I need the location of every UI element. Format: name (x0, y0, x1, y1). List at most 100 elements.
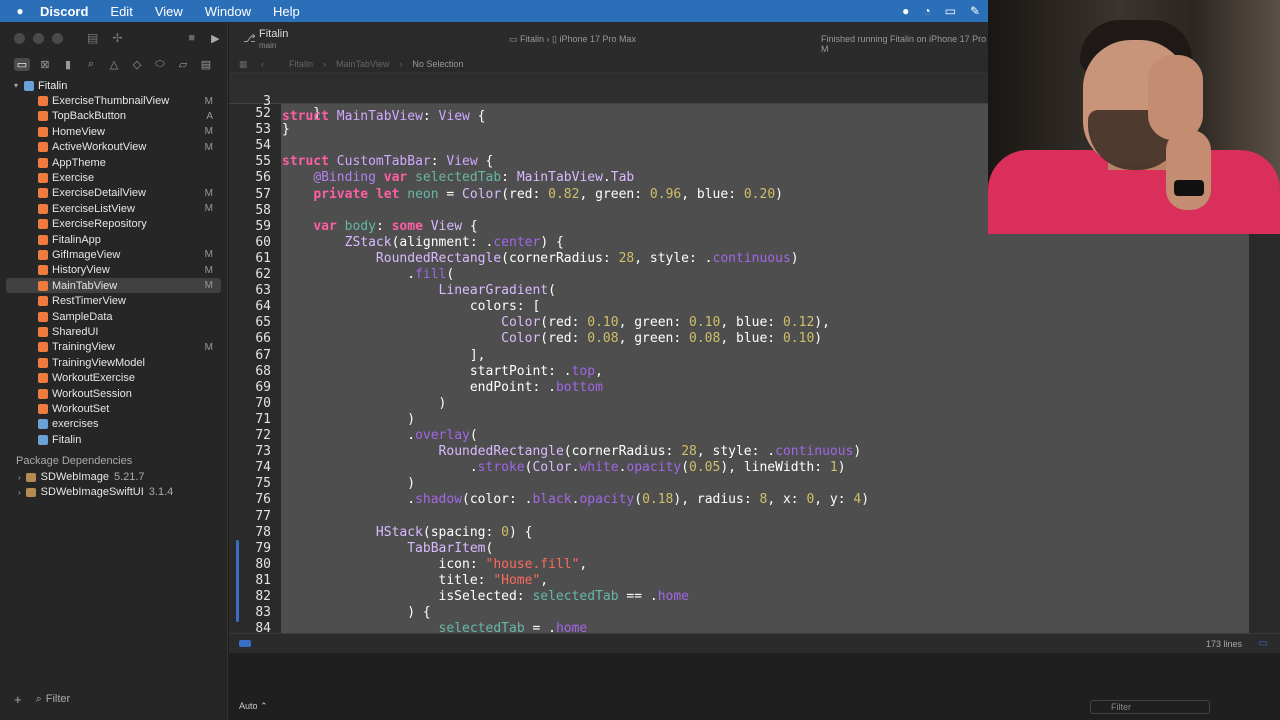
file-item[interactable]: SampleData (0, 309, 227, 324)
menu-help[interactable]: Help (273, 4, 300, 19)
nav-back-icon[interactable]: ‹ (261, 59, 264, 69)
file-item[interactable]: FitalinApp (0, 232, 227, 247)
file-item[interactable]: Fitalin (0, 432, 227, 447)
project-root[interactable]: ▾ Fitalin (0, 78, 227, 93)
swift-file-icon (38, 249, 48, 260)
code-line: 64 colors: [ (229, 299, 1280, 315)
swift-file-icon (38, 357, 48, 368)
breakpoint-icon[interactable]: ▱ (175, 58, 191, 71)
run-icon[interactable]: ▶ (211, 32, 219, 45)
filter-input[interactable]: Filter (46, 693, 70, 705)
file-item[interactable]: TrainingViewModel (0, 355, 227, 370)
file-item[interactable]: SharedUI (0, 324, 227, 339)
file-name: ExerciseListView (52, 202, 135, 215)
source-control-icon[interactable]: ⊠ (37, 58, 53, 71)
scm-status-badge: M (204, 249, 213, 261)
sidebar-toggle-icon[interactable]: ▤ (87, 31, 98, 45)
file-item[interactable]: ExerciseListView M (0, 201, 227, 216)
file-item[interactable]: WorkoutSession (0, 386, 227, 401)
file-item[interactable]: HomeView M (0, 124, 227, 139)
display-icon[interactable]: ▭ (945, 4, 956, 18)
project-title[interactable]: Fitalin (259, 28, 288, 40)
file-name: MainTabView (52, 279, 118, 292)
jump-file[interactable]: MainTabView (336, 59, 389, 69)
menu-app-name[interactable]: Discord (40, 4, 88, 19)
swift-file-icon (38, 142, 48, 153)
line-source: RoundedRectangle(cornerRadius: 28, style… (375, 250, 799, 266)
scm-status-badge: M (204, 264, 213, 276)
panel-icon[interactable]: ▭ (1259, 638, 1268, 649)
bookmark-icon[interactable]: ▮ (60, 58, 76, 71)
debug-filter-input[interactable]: Filter (1090, 700, 1210, 714)
code-line: 80 icon: "house.fill", (229, 557, 1280, 573)
file-item[interactable]: ExerciseDetailView M (0, 186, 227, 201)
file-item[interactable]: TrainingView M (0, 340, 227, 355)
minimize-window-button[interactable] (33, 32, 44, 44)
zoom-window-button[interactable] (52, 32, 63, 44)
debug-area-toggle-icon[interactable] (239, 640, 251, 647)
line-number: 65 (255, 315, 271, 331)
package-item[interactable]: › SDWebImage 5.21.7 (0, 469, 227, 484)
warning-icon[interactable]: △ (106, 58, 122, 71)
add-icon[interactable]: + (14, 692, 22, 707)
file-item[interactable]: WorkoutExercise (0, 370, 227, 385)
file-item[interactable]: Exercise (0, 170, 227, 185)
line-source: } (282, 122, 290, 138)
disclosure-right-icon[interactable]: › (18, 473, 21, 482)
line-number: 69 (255, 379, 271, 395)
file-item[interactable]: ExerciseThumbnailView M (0, 93, 227, 108)
disclosure-down-icon[interactable]: ▾ (14, 81, 18, 90)
wifi-icon[interactable]: ◔ (923, 4, 930, 18)
jump-project[interactable]: Fitalin (289, 59, 313, 69)
back-icon[interactable]: ▦ (239, 59, 248, 70)
hierarchy-icon[interactable]: ✢ (112, 31, 122, 45)
line-source: .stroke(Color.white.opacity(0.05), lineW… (282, 460, 846, 476)
code-line: 83 ) { (229, 605, 1280, 621)
swift-file-icon (38, 388, 48, 399)
file-item[interactable]: TopBackButton A (0, 109, 227, 124)
disclosure-right-icon[interactable]: › (18, 488, 21, 497)
scheme-selector[interactable]: ▭ Fitalin › ▯ iPhone 17 Pro Max (509, 34, 636, 45)
file-item[interactable]: MainTabView M (6, 278, 221, 294)
package-icon (25, 472, 36, 482)
menu-view[interactable]: View (155, 4, 183, 19)
file-item[interactable]: WorkoutSet (0, 401, 227, 416)
search-icon[interactable]: ⌕ (83, 58, 99, 71)
folder-icon[interactable]: ▭ (14, 57, 30, 71)
menu-window[interactable]: Window (205, 4, 251, 19)
line-source: Color(red: 0.08, green: 0.08, blue: 0.10… (501, 331, 823, 347)
swift-file-icon (38, 296, 48, 307)
pen-icon[interactable]: ✎ (970, 4, 980, 18)
close-window-button[interactable] (14, 32, 25, 44)
file-item[interactable]: HistoryView M (0, 263, 227, 278)
file-item[interactable]: ActiveWorkoutView M (0, 140, 227, 155)
file-name: SharedUI (52, 325, 99, 338)
file-item[interactable]: AppTheme (0, 155, 227, 170)
report-icon[interactable]: ▤ (198, 58, 214, 71)
line-source: ) (282, 395, 447, 411)
line-source: ) (282, 476, 416, 492)
editor-scroll-indicator[interactable] (236, 540, 239, 622)
file-item[interactable]: exercises (0, 417, 227, 432)
code-line: 74 .stroke(Color.white.opacity(0.05), li… (229, 460, 1280, 476)
status-dot-icon[interactable]: ● (902, 4, 909, 18)
code-line: 76 .shadow(color: .black.opacity(0.18), … (229, 492, 1280, 508)
line-source: .fill( (282, 267, 455, 282)
menu-edit[interactable]: Edit (110, 4, 132, 19)
stop-icon[interactable]: ■ (188, 32, 195, 44)
test-icon[interactable]: ◇ (129, 58, 145, 71)
line-number: 66 (255, 331, 271, 347)
debug-icon[interactable]: ⬭ (152, 58, 168, 71)
variables-mode-select[interactable]: Auto ⌃ (239, 701, 268, 712)
line-source: startPoint: .top, (282, 363, 603, 379)
line-number: 73 (255, 444, 271, 460)
file-item[interactable]: GifImageView M (0, 247, 227, 262)
swift-file-icon (38, 188, 48, 199)
package-item[interactable]: › SDWebImageSwiftUI 3.1.4 (0, 485, 227, 500)
file-item[interactable]: RestTimerView (0, 293, 227, 308)
apple-icon[interactable]: ● (0, 4, 40, 18)
folder-icon (38, 419, 48, 430)
jump-selection[interactable]: No Selection (412, 59, 463, 69)
file-item[interactable]: ExerciseRepository (0, 217, 227, 232)
package-icon (25, 487, 36, 497)
